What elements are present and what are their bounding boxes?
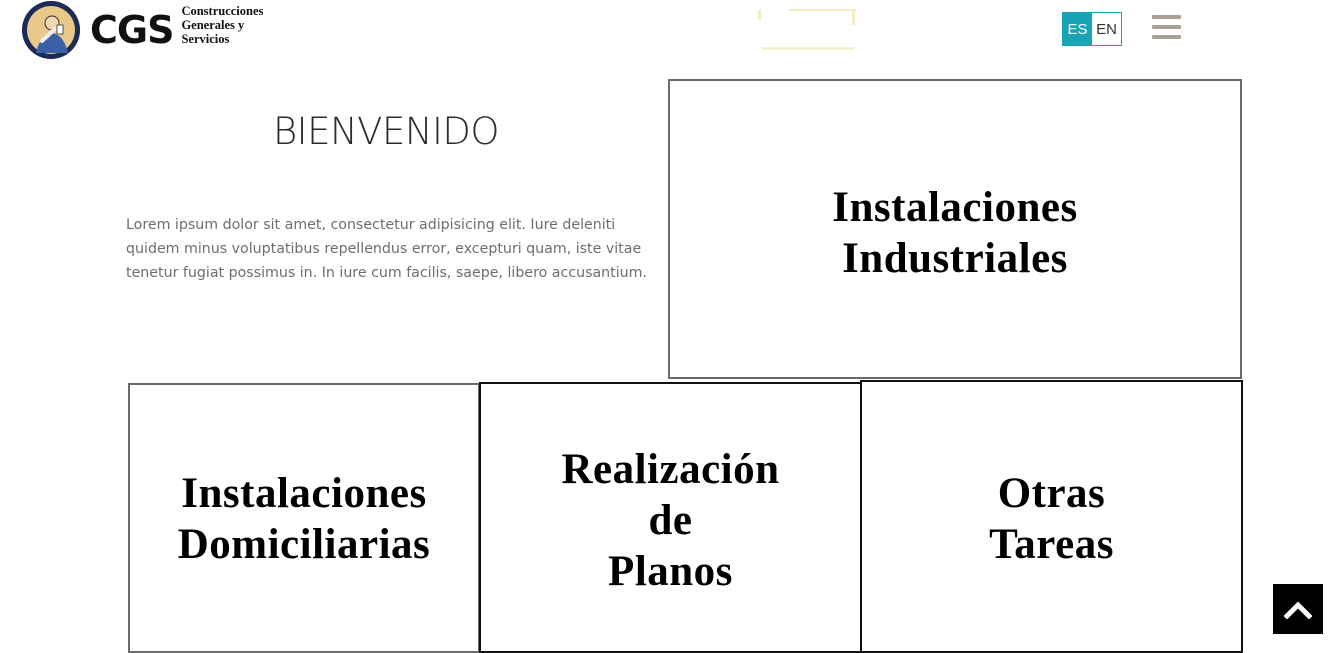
welcome-text: Lorem ipsum dolor sit amet, consectetur … — [126, 217, 648, 281]
service-card-planos[interactable]: Realización de Planos — [479, 382, 862, 653]
chevron-up-icon — [1284, 601, 1312, 619]
language-en-button[interactable]: EN — [1092, 13, 1121, 45]
welcome-title: BIENVENIDO — [272, 110, 500, 153]
language-es-button[interactable]: ES — [1063, 13, 1092, 45]
hamburger-menu-icon[interactable] — [1152, 15, 1181, 41]
back-to-top-button[interactable] — [1273, 584, 1323, 634]
site-logo[interactable]: CGS Construcciones Generales y Servicios — [22, 1, 281, 59]
service-card-domiciliarias[interactable]: Instalaciones Domiciliarias — [128, 383, 480, 653]
service-card-industriales[interactable]: Instalaciones Industriales — [668, 79, 1242, 379]
logo-emblem-icon — [22, 1, 80, 59]
service-card-title: Instalaciones Industriales — [832, 184, 1078, 282]
logo-brand-text: CGS — [90, 8, 174, 52]
service-card-title: Otras Tareas — [989, 470, 1114, 568]
service-card-otras[interactable]: Otras Tareas — [860, 380, 1243, 653]
logo-subtitle: Construcciones Generales y Servicios — [181, 4, 264, 46]
service-card-title: Instalaciones Domiciliarias — [177, 470, 431, 568]
service-card-title: Realización de Planos — [561, 446, 780, 595]
language-switcher: ES EN — [1062, 12, 1122, 46]
header-decoration — [758, 7, 856, 52]
